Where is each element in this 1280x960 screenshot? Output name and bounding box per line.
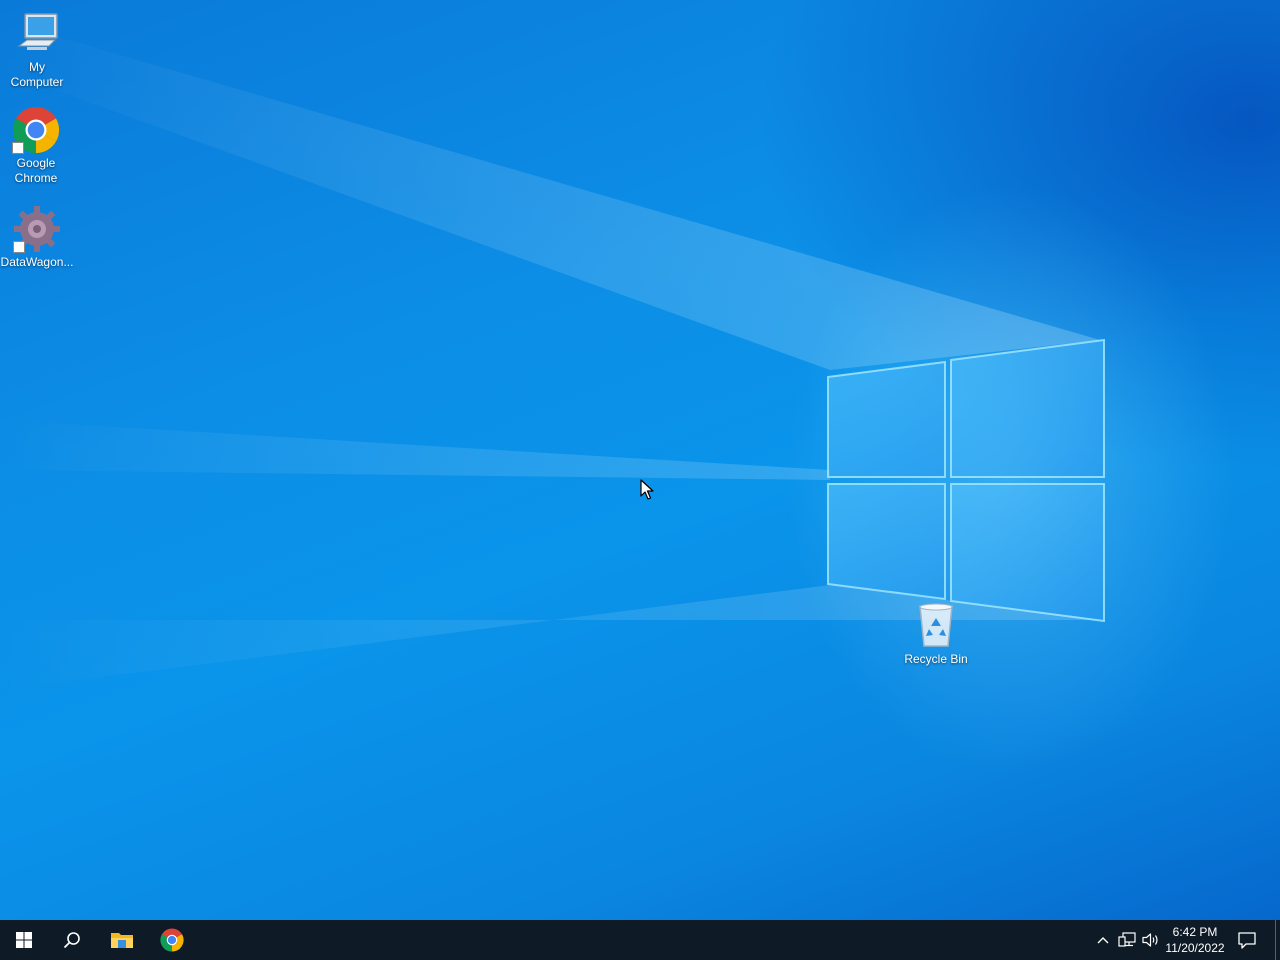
network-icon: [1118, 932, 1136, 947]
windows-wallpaper-logo: [827, 338, 1105, 623]
search-icon: [63, 932, 80, 949]
tray-volume-button[interactable]: [1140, 920, 1162, 960]
search-button[interactable]: [48, 920, 96, 960]
desktop-icon-datawagon[interactable]: DataWagon...: [0, 205, 75, 270]
desktop-icon-label: Chrome: [14, 171, 58, 185]
mouse-pointer-icon: [640, 479, 654, 500]
windows-start-icon: [16, 932, 32, 948]
desktop-icon-label: Google: [16, 156, 56, 170]
clock-date: 11/20/2022: [1165, 941, 1225, 955]
desktop-icon-label: Recycle Bin: [904, 652, 968, 666]
taskbar-file-explorer[interactable]: [98, 920, 146, 960]
desktop-icon-my-computer[interactable]: My Computer: [0, 10, 75, 90]
action-center-icon: [1238, 931, 1256, 949]
shortcut-arrow-icon: [13, 241, 25, 253]
desktop-icon-recycle-bin[interactable]: Recycle Bin: [898, 602, 974, 667]
file-explorer-icon: [111, 933, 133, 948]
chevron-up-icon: [1097, 937, 1109, 944]
desktop-icon-google-chrome[interactable]: Google Chrome: [0, 106, 74, 186]
clock-time: 6:42 PM: [1172, 925, 1218, 939]
desktop-icon-label: Computer: [10, 75, 64, 89]
volume-icon: [1142, 933, 1158, 947]
taskbar-google-chrome[interactable]: [148, 920, 196, 960]
desktop-icon-label: My: [29, 60, 45, 74]
desktop[interactable]: My Computer Google Chrome DataWagon... R…: [0, 0, 1280, 920]
start-button[interactable]: [0, 920, 48, 960]
tray-network-button[interactable]: [1116, 920, 1138, 960]
chrome-icon: [160, 928, 184, 952]
action-center-button[interactable]: [1234, 920, 1260, 960]
desktop-icon-label: DataWagon...: [0, 255, 74, 269]
datawagon-gear-icon: [13, 205, 61, 253]
my-computer-icon: [13, 10, 61, 58]
show-desktop-button[interactable]: [1275, 920, 1280, 960]
tray-overflow-button[interactable]: [1092, 920, 1114, 960]
recycle-bin-icon: [912, 602, 960, 650]
chrome-icon: [12, 106, 60, 154]
shortcut-arrow-icon: [12, 142, 24, 154]
taskbar: 6:42 PM 11/20/2022: [0, 920, 1280, 960]
tray-clock[interactable]: 6:42 PM 11/20/2022: [1160, 920, 1230, 960]
